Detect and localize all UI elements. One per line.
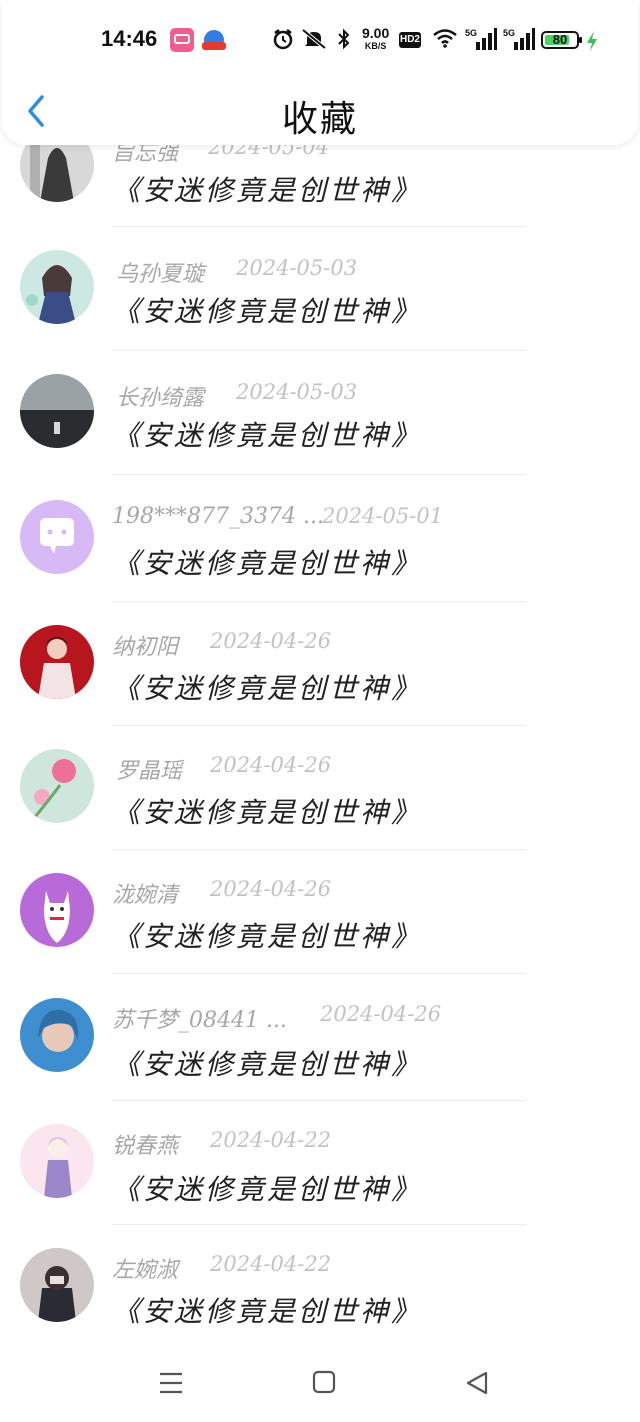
bluetooth-icon xyxy=(338,28,350,50)
app-notification-icon xyxy=(202,28,226,52)
favorite-date: 2024-04-22 xyxy=(210,1252,332,1276)
user-name: 198***877_3374 ... xyxy=(112,504,324,529)
battery-icon: 80 xyxy=(541,31,582,49)
avatar[interactable] xyxy=(20,250,94,324)
story-title[interactable]: 《安迷修竟是创世神》 xyxy=(112,915,422,955)
battery-percent: 80 xyxy=(552,32,568,47)
favorite-item[interactable]: 罗晶瑶 2024-04-26 《安迷修竟是创世神》 xyxy=(0,749,640,873)
favorite-date: 2024-04-22 xyxy=(210,1128,332,1152)
avatar-image xyxy=(20,250,94,324)
system-back-button[interactable] xyxy=(464,1370,490,1400)
divider xyxy=(112,474,526,475)
divider xyxy=(112,601,526,602)
avatar-image xyxy=(20,374,94,448)
user-name: 苏千梦_08441 ... xyxy=(112,1008,287,1033)
page-title: 收藏 xyxy=(281,99,358,140)
story-title[interactable]: 《安迷修竟是创世神》 xyxy=(112,1290,422,1330)
user-name: 纳初阳 xyxy=(112,635,179,660)
avatar[interactable] xyxy=(20,625,94,699)
divider xyxy=(112,725,526,726)
divider xyxy=(112,1224,526,1225)
back-triangle-icon xyxy=(466,1371,488,1395)
avatar[interactable] xyxy=(20,374,94,448)
divider xyxy=(112,226,526,227)
favorite-item[interactable]: 长孙绮露 2024-05-03 《安迷修竟是创世神》 xyxy=(0,374,640,498)
divider xyxy=(112,1100,526,1101)
user-name: 左婉淑 xyxy=(112,1258,179,1283)
menu-icon xyxy=(160,1372,182,1394)
favorite-item[interactable]: 乌孙夏璇 2024-05-03 《安迷修竟是创世神》 xyxy=(0,250,640,374)
favorite-date: 2024-05-03 xyxy=(236,256,358,280)
favorite-item[interactable]: 锐春燕 2024-04-22 《安迷修竟是创世神》 xyxy=(0,1124,640,1248)
user-name: 乌孙夏璇 xyxy=(116,262,205,287)
menu-button[interactable] xyxy=(158,1370,184,1400)
avatar[interactable] xyxy=(20,998,94,1072)
favorite-date: 2024-04-26 xyxy=(210,877,332,901)
avatar-image xyxy=(20,1248,94,1322)
divider xyxy=(112,973,526,974)
divider xyxy=(112,849,526,850)
user-name: 锐春燕 xyxy=(112,1134,179,1159)
clock: 14:46 xyxy=(101,26,158,51)
avatar[interactable] xyxy=(20,1124,94,1198)
avatar-image xyxy=(20,625,94,699)
signal-5g-icon: 5G xyxy=(503,28,535,50)
story-title[interactable]: 《安迷修竟是创世神》 xyxy=(112,414,422,454)
home-square-icon xyxy=(312,1370,336,1394)
favorite-item[interactable]: 纳初阳 2024-04-26 《安迷修竟是创世神》 xyxy=(0,625,640,749)
avatar[interactable] xyxy=(20,1248,94,1322)
avatar[interactable] xyxy=(20,873,94,947)
avatar-image xyxy=(20,873,94,947)
bilibili-icon xyxy=(170,28,194,52)
network-speed: 9.00 KB/S xyxy=(362,25,390,51)
alarm-icon xyxy=(273,29,293,50)
story-title[interactable]: 《安迷修竟是创世神》 xyxy=(112,1043,422,1083)
avatar-image xyxy=(20,998,94,1072)
story-title[interactable]: 《安迷修竟是创世神》 xyxy=(112,791,422,831)
mute-icon xyxy=(301,28,327,50)
story-title[interactable]: 《安迷修竟是创世神》 xyxy=(112,542,422,582)
favorite-date: 2024-04-26 xyxy=(210,753,332,777)
story-title[interactable]: 《安迷修竟是创世神》 xyxy=(112,667,422,707)
user-name: 长孙绮露 xyxy=(116,386,205,411)
hd-voice-badge: HD2 xyxy=(399,32,421,48)
favorite-item[interactable]: 泷婉清 2024-04-26 《安迷修竟是创世神》 xyxy=(0,873,640,997)
user-name: 泷婉清 xyxy=(112,883,179,908)
status-bar: 14:46 9.00 KB/S HD2 5G 5G 80 xyxy=(2,0,640,78)
favorite-date: 2024-04-26 xyxy=(320,1002,442,1026)
divider xyxy=(112,350,526,351)
system-navigation-bar xyxy=(0,1340,640,1422)
user-name: 罗晶瑶 xyxy=(116,759,183,784)
story-title[interactable]: 《安迷修竟是创世神》 xyxy=(112,290,422,330)
story-title[interactable]: 《安迷修竟是创世神》 xyxy=(112,1168,422,1208)
favorite-item[interactable]: 苏千梦_08441 ... 2024-04-26 《安迷修竟是创世神》 xyxy=(0,998,640,1122)
story-title[interactable]: 《安迷修竟是创世神》 xyxy=(112,169,422,209)
charging-icon xyxy=(587,31,597,51)
avatar[interactable] xyxy=(20,749,94,823)
favorite-date: 2024-05-01 xyxy=(322,504,444,528)
avatar-image xyxy=(20,1124,94,1198)
wifi-icon xyxy=(433,29,457,48)
favorite-date: 2024-05-03 xyxy=(236,380,358,404)
favorite-date: 2024-04-26 xyxy=(210,629,332,653)
top-app-bar: 14:46 9.00 KB/S HD2 5G 5G 80 收藏 xyxy=(2,0,638,145)
avatar-image xyxy=(20,500,94,574)
avatar[interactable] xyxy=(20,500,94,574)
favorite-item[interactable]: 198***877_3374 ... 2024-05-01 《安迷修竟是创世神》 xyxy=(0,500,640,624)
signal-5g-icon: 5G xyxy=(465,28,497,50)
home-button[interactable] xyxy=(312,1370,336,1398)
avatar-image xyxy=(20,749,94,823)
